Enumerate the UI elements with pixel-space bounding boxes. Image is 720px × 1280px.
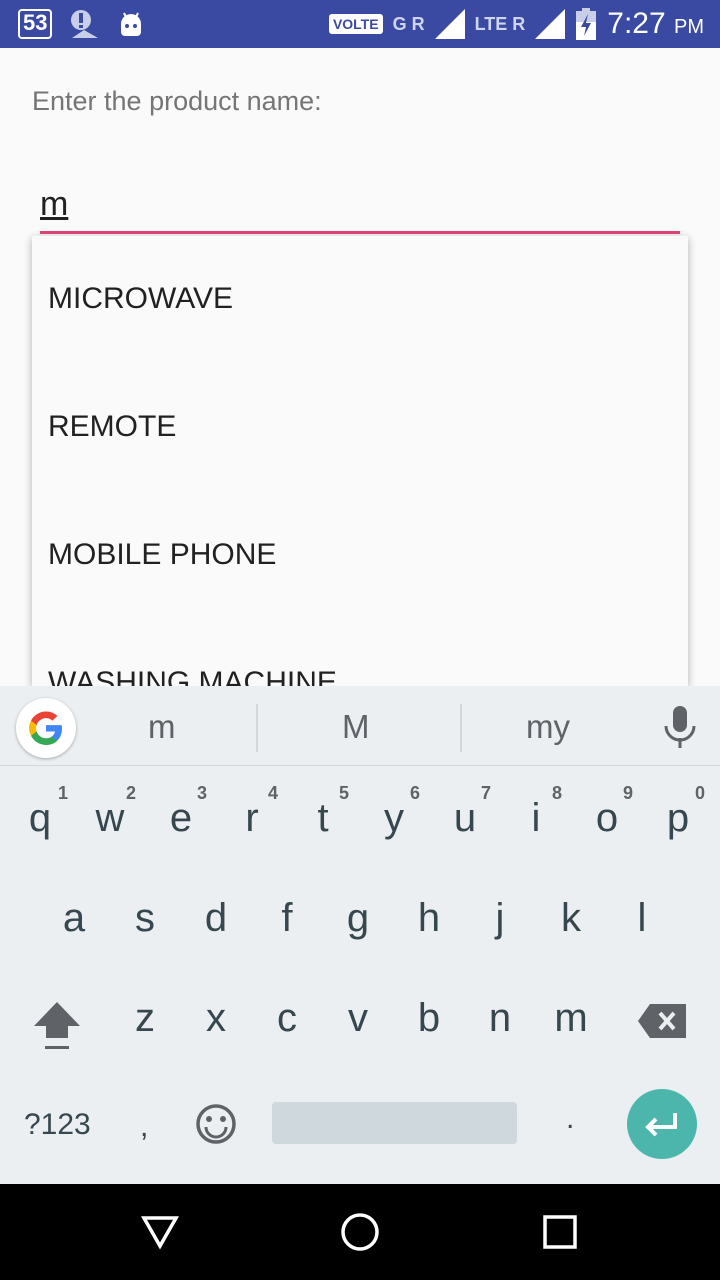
space-bar[interactable] [272, 1102, 517, 1144]
suggestion-divider [256, 704, 258, 752]
dropdown-item[interactable]: WASHING MACHINE [48, 666, 337, 686]
google-icon[interactable] [16, 698, 76, 758]
product-name-input-value: m [40, 185, 69, 223]
volte-badge: VOLTE [328, 14, 383, 34]
key-l[interactable]: l [612, 896, 672, 941]
key-m[interactable]: m [541, 996, 601, 1041]
suggestion-item[interactable]: my [526, 708, 570, 746]
symbols-key[interactable]: ?123 [24, 1108, 91, 1142]
shift-icon[interactable] [32, 1000, 82, 1054]
emoji-icon[interactable] [194, 1102, 238, 1146]
comma-key[interactable]: , [140, 1110, 148, 1144]
key-y[interactable]: y [364, 796, 424, 841]
autocomplete-dropdown: MICROWAVE REMOTE MOBILE PHONE WASHING MA… [32, 236, 688, 686]
clock: 7:27 PM [607, 7, 704, 41]
suggestion-item[interactable]: m [148, 708, 176, 746]
dropdown-item[interactable]: MOBILE PHONE [48, 538, 276, 572]
key-d[interactable]: d [186, 896, 246, 941]
key-r[interactable]: r [222, 796, 282, 841]
notification-count-icon: 53 [18, 9, 53, 39]
suggestion-item[interactable]: M [342, 708, 370, 746]
clock-time: 7:27 [607, 7, 666, 40]
dropdown-item[interactable]: MICROWAVE [48, 282, 233, 316]
key-w[interactable]: w [80, 796, 140, 841]
key-b[interactable]: b [399, 996, 459, 1041]
dropdown-item[interactable]: REMOTE [48, 410, 176, 444]
navigation-bar [0, 1184, 720, 1280]
back-icon[interactable] [140, 1212, 180, 1252]
period-key[interactable]: . [566, 1102, 574, 1136]
status-right: VOLTE G R LTE R 7:27 PM [328, 6, 704, 42]
key-t[interactable]: t [293, 796, 353, 841]
backspace-icon[interactable] [636, 1002, 688, 1040]
suggestion-divider [460, 704, 462, 752]
key-c[interactable]: c [257, 996, 317, 1041]
key-h[interactable]: h [399, 896, 459, 941]
key-g[interactable]: g [328, 896, 388, 941]
android-icon [121, 12, 142, 36]
key-o[interactable]: o [577, 796, 637, 841]
home-icon[interactable] [340, 1212, 380, 1252]
microphone-icon[interactable] [662, 704, 698, 752]
key-p[interactable]: p [648, 796, 708, 841]
product-name-input[interactable]: m [40, 182, 680, 234]
key-v[interactable]: v [328, 996, 388, 1041]
key-j[interactable]: j [470, 896, 530, 941]
warning-drive-icon [71, 10, 99, 38]
key-s[interactable]: s [115, 896, 175, 941]
enter-icon [645, 1113, 677, 1137]
key-i[interactable]: i [506, 796, 566, 841]
battery-charging-icon [576, 8, 597, 40]
key-n[interactable]: n [470, 996, 530, 1041]
key-q[interactable]: q [10, 796, 70, 841]
recents-icon[interactable] [542, 1214, 578, 1250]
sim2-label: LTE R [474, 13, 526, 34]
clock-ampm: PM [674, 16, 704, 38]
key-f[interactable]: f [257, 896, 317, 941]
suggestion-strip: m M my [0, 686, 720, 766]
status-bar: 53 VOLTE G R LTE R 7:27 PM [0, 0, 720, 48]
signal-icon [434, 9, 465, 39]
status-left: 53 [18, 8, 144, 40]
keyboard: m M my 1 2 3 4 5 6 7 8 9 0 q w e r t y u… [0, 686, 720, 1184]
key-u[interactable]: u [435, 796, 495, 841]
key-x[interactable]: x [186, 996, 246, 1041]
sim1-label: G R [392, 13, 425, 34]
signal-icon [535, 9, 566, 39]
product-name-label: Enter the product name: [32, 86, 322, 116]
key-z[interactable]: z [115, 996, 175, 1041]
enter-key[interactable] [627, 1089, 697, 1159]
key-e[interactable]: e [151, 796, 211, 841]
key-k[interactable]: k [541, 896, 601, 941]
key-a[interactable]: a [44, 896, 104, 941]
screen: 53 VOLTE G R LTE R 7:27 PM Enter the pro… [0, 0, 720, 1280]
